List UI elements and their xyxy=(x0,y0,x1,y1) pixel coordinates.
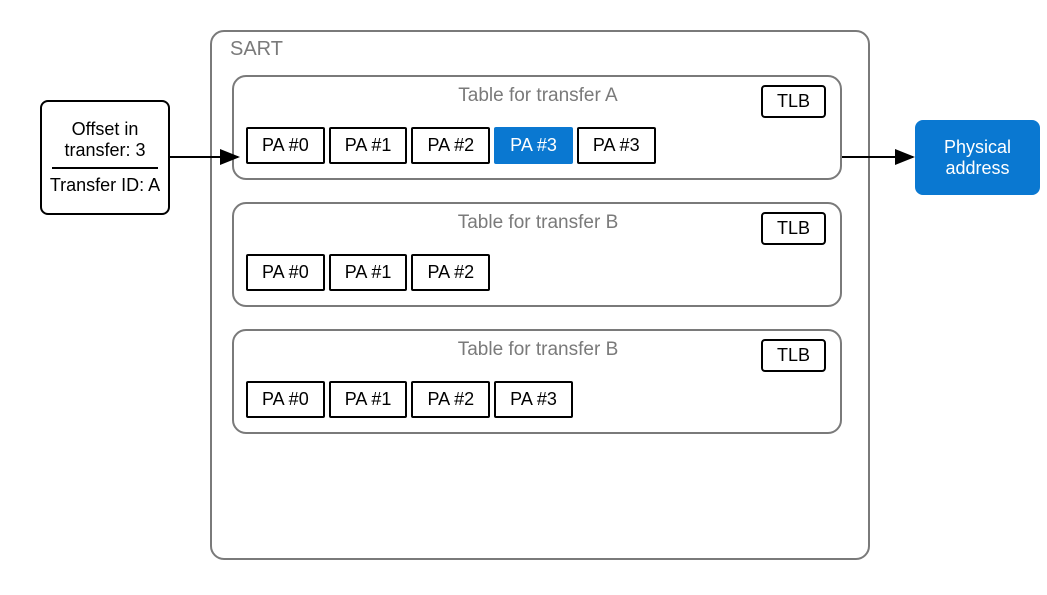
diagram-canvas: Offset in transfer: 3 Transfer ID: A SAR… xyxy=(20,20,1047,575)
pa-entry: PA #0 xyxy=(246,127,325,164)
table-a-tlb: TLB xyxy=(761,85,826,118)
table-b2-title: Table for transfer B xyxy=(248,339,828,361)
table-b2-tlb: TLB xyxy=(761,339,826,372)
table-b2: Table for transfer B TLB PA #0 PA #1 PA … xyxy=(232,329,842,434)
table-a: Table for transfer A TLB PA #0 PA #1 PA … xyxy=(232,75,842,180)
table-b2-entries: PA #0 PA #1 PA #2 PA #3 xyxy=(246,381,828,418)
output-label: Physical address xyxy=(917,137,1038,179)
pa-entry: PA #0 xyxy=(246,381,325,418)
output-box: Physical address xyxy=(915,120,1040,195)
pa-entry: PA #2 xyxy=(411,254,490,291)
request-box: Offset in transfer: 3 Transfer ID: A xyxy=(40,100,170,215)
table-b-entries: PA #0 PA #1 PA #2 xyxy=(246,254,828,291)
pa-entry: PA #3 xyxy=(577,127,656,164)
table-b: Table for transfer B TLB PA #0 PA #1 PA … xyxy=(232,202,842,307)
divider xyxy=(52,167,158,169)
request-id: Transfer ID: A xyxy=(50,171,160,196)
pa-entry: PA #0 xyxy=(246,254,325,291)
pa-entry-highlighted: PA #3 xyxy=(494,127,573,164)
pa-entry: PA #2 xyxy=(411,381,490,418)
table-a-entries: PA #0 PA #1 PA #2 PA #3 PA #3 xyxy=(246,127,828,164)
table-a-title: Table for transfer A xyxy=(248,85,828,107)
pa-entry: PA #1 xyxy=(329,381,408,418)
table-b-title: Table for transfer B xyxy=(248,212,828,234)
table-b-tlb: TLB xyxy=(761,212,826,245)
sart-title: SART xyxy=(230,38,283,61)
request-offset: Offset in transfer: 3 xyxy=(46,119,164,165)
pa-entry: PA #1 xyxy=(329,127,408,164)
pa-entry: PA #1 xyxy=(329,254,408,291)
pa-entry: PA #3 xyxy=(494,381,573,418)
sart-container: SART Table for transfer A TLB PA #0 PA #… xyxy=(210,30,870,560)
pa-entry: PA #2 xyxy=(411,127,490,164)
